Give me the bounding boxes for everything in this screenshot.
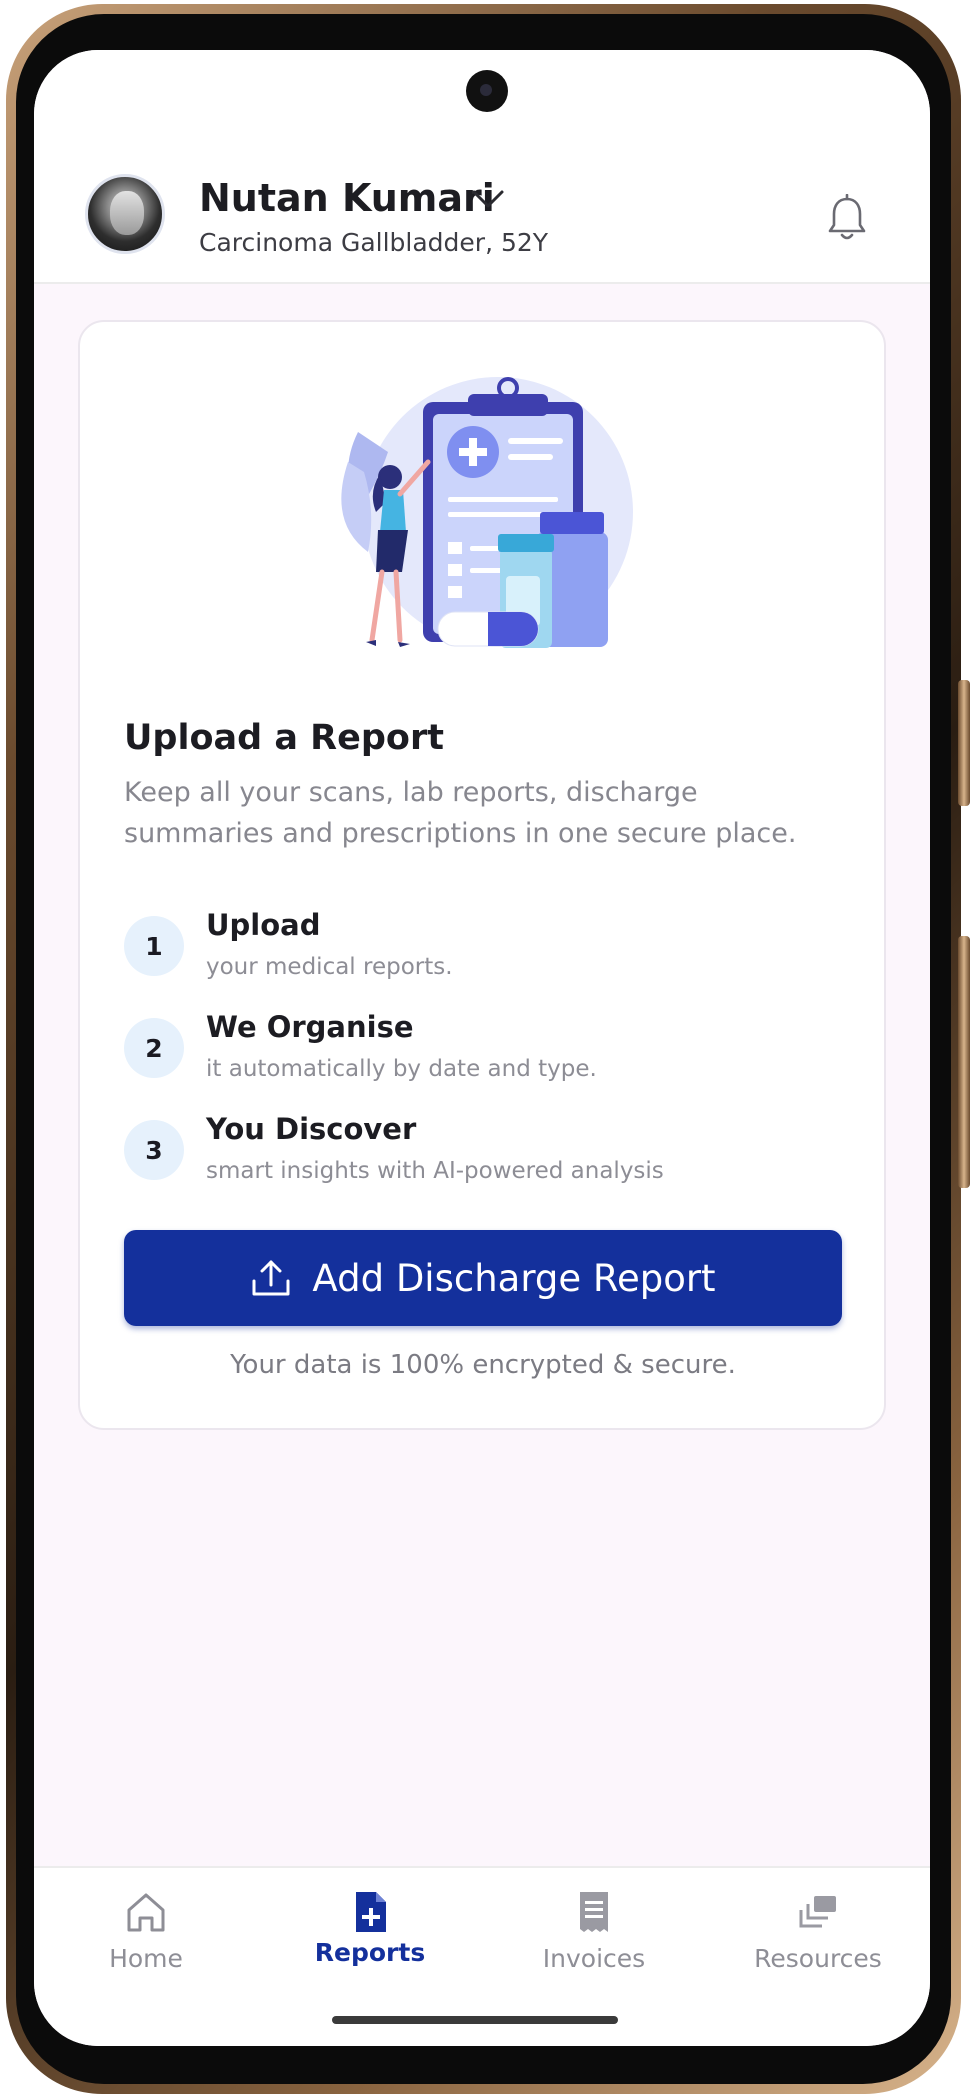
upload-icon bbox=[252, 1260, 290, 1296]
add-discharge-report-label: Add Discharge Report bbox=[312, 1256, 716, 1300]
nav-label-reports: Reports bbox=[314, 1938, 426, 1967]
card-title: Upload a Report bbox=[124, 718, 444, 758]
step-subtitle: it automatically by date and type. bbox=[206, 1056, 597, 1082]
step-number-badge: 1 bbox=[124, 916, 184, 976]
front-camera bbox=[466, 70, 508, 112]
step-subtitle: your medical reports. bbox=[206, 954, 453, 980]
resources-icon bbox=[799, 1896, 836, 1928]
side-button-top bbox=[958, 680, 970, 806]
side-button-bottom bbox=[958, 936, 970, 1188]
upload-report-card: Upload a Report Keep all your scans, lab… bbox=[78, 320, 886, 1430]
chevron-down-icon[interactable] bbox=[471, 188, 505, 210]
step-number-badge: 2 bbox=[124, 1018, 184, 1078]
phone-screen: Nutan Kumari Carcinoma Gallbladder, 52Y bbox=[34, 50, 930, 2046]
nav-item-home[interactable]: Home bbox=[34, 1868, 258, 1978]
nav-label-invoices: Invoices bbox=[542, 1944, 646, 1973]
step-upload: 1 Upload your medical reports. bbox=[124, 906, 824, 986]
step-title: You Discover bbox=[206, 1112, 417, 1146]
nav-label-resources: Resources bbox=[754, 1944, 882, 1973]
home-icon bbox=[127, 1893, 165, 1932]
nav-item-reports[interactable]: Reports bbox=[258, 1868, 482, 1978]
step-organise: 2 We Organise it automatically by date a… bbox=[124, 1008, 824, 1088]
step-title: Upload bbox=[206, 908, 321, 942]
step-subtitle: smart insights with AI-powered analysis bbox=[206, 1158, 664, 1184]
step-number-badge: 3 bbox=[124, 1120, 184, 1180]
nav-label-home: Home bbox=[109, 1944, 183, 1973]
nav-item-resources[interactable]: Resources bbox=[706, 1868, 930, 1978]
add-discharge-report-button[interactable]: Add Discharge Report bbox=[124, 1230, 842, 1326]
report-illustration bbox=[341, 377, 633, 648]
security-note: Your data is 100% encrypted & secure. bbox=[230, 1350, 736, 1380]
nav-item-invoices[interactable]: Invoices bbox=[482, 1868, 706, 1978]
card-description: Keep all your scans, lab reports, discha… bbox=[124, 777, 797, 849]
invoice-icon bbox=[580, 1892, 608, 1932]
bell-icon[interactable] bbox=[826, 194, 868, 242]
avatar[interactable] bbox=[85, 174, 165, 254]
home-indicator[interactable] bbox=[332, 2016, 618, 2024]
step-title: We Organise bbox=[206, 1010, 414, 1044]
patient-diagnosis: Carcinoma Gallbladder, 52Y bbox=[199, 228, 549, 257]
patient-name[interactable]: Nutan Kumari bbox=[199, 176, 495, 220]
report-plus-icon bbox=[356, 1892, 386, 1932]
step-discover: 3 You Discover smart insights with AI-po… bbox=[124, 1110, 824, 1190]
